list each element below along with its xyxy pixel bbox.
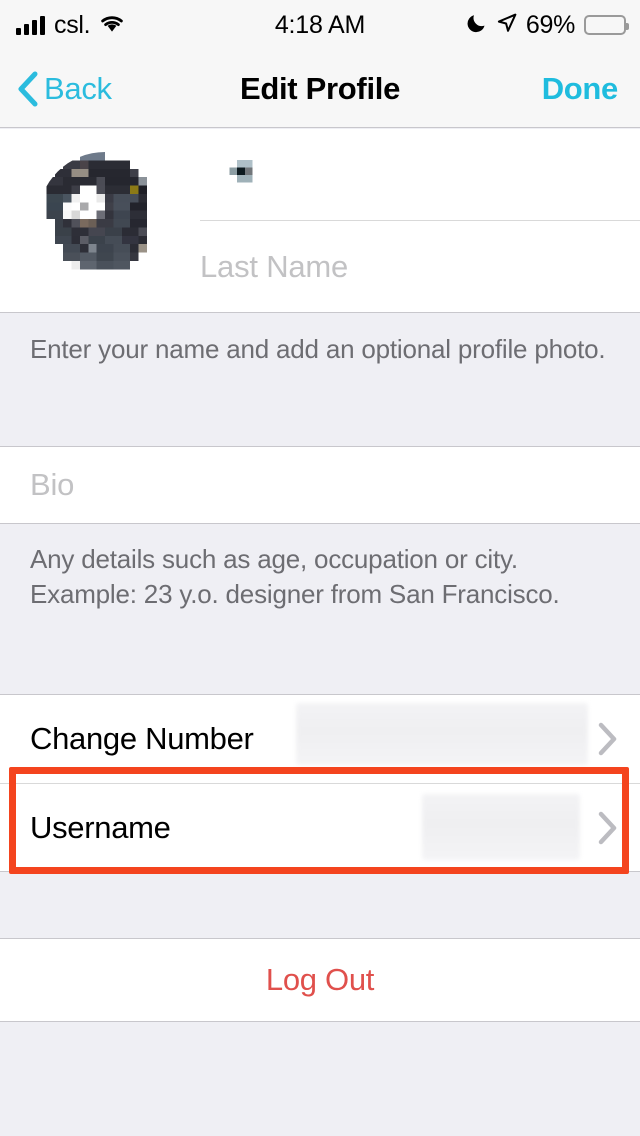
status-bar: csl. 4:18 AM 69% bbox=[0, 0, 640, 50]
settings-rows-section: Change Number Username bbox=[0, 694, 640, 872]
bio-footer-note: Any details such as age, occupation or c… bbox=[0, 524, 640, 694]
profile-footer-note: Enter your name and add an optional prof… bbox=[0, 314, 640, 446]
battery-icon bbox=[584, 15, 629, 35]
last-name-field[interactable]: Last Name bbox=[200, 221, 640, 313]
bio-field[interactable]: Bio bbox=[0, 446, 640, 524]
status-bar-right: 69% bbox=[467, 0, 629, 50]
row-change-number[interactable]: Change Number bbox=[0, 695, 640, 783]
last-name-placeholder: Last Name bbox=[200, 249, 349, 284]
clock-label: 4:18 AM bbox=[274, 10, 366, 39]
row-username-value-redacted bbox=[422, 794, 580, 860]
row-username-label: Username bbox=[30, 809, 171, 845]
app-screen: csl. 4:18 AM 69% Back Edit Profile Done … bbox=[0, 0, 640, 1136]
profile-section: Last Name bbox=[0, 129, 640, 313]
row-username[interactable]: Username bbox=[0, 783, 640, 871]
log-out-label: Log Out bbox=[265, 962, 375, 997]
log-out-button[interactable]: Log Out bbox=[0, 938, 640, 1022]
avatar-pixelated-image bbox=[38, 152, 172, 286]
do-not-disturb-moon-icon bbox=[467, 12, 488, 38]
chevron-right-icon bbox=[598, 811, 618, 845]
battery-percent-label: 69% bbox=[525, 10, 575, 39]
row-change-number-label: Change Number bbox=[30, 721, 254, 756]
first-name-value-redacted bbox=[222, 159, 260, 191]
chevron-right-icon bbox=[598, 722, 618, 756]
first-name-field[interactable] bbox=[200, 129, 640, 221]
done-button[interactable]: Done bbox=[542, 50, 619, 127]
navigation-bar: Back Edit Profile Done bbox=[0, 50, 640, 128]
bio-placeholder: Bio bbox=[30, 467, 75, 502]
name-fields: Last Name bbox=[200, 129, 640, 313]
location-arrow-icon bbox=[497, 13, 517, 38]
row-change-number-value-redacted bbox=[296, 703, 588, 765]
avatar[interactable] bbox=[38, 152, 172, 286]
